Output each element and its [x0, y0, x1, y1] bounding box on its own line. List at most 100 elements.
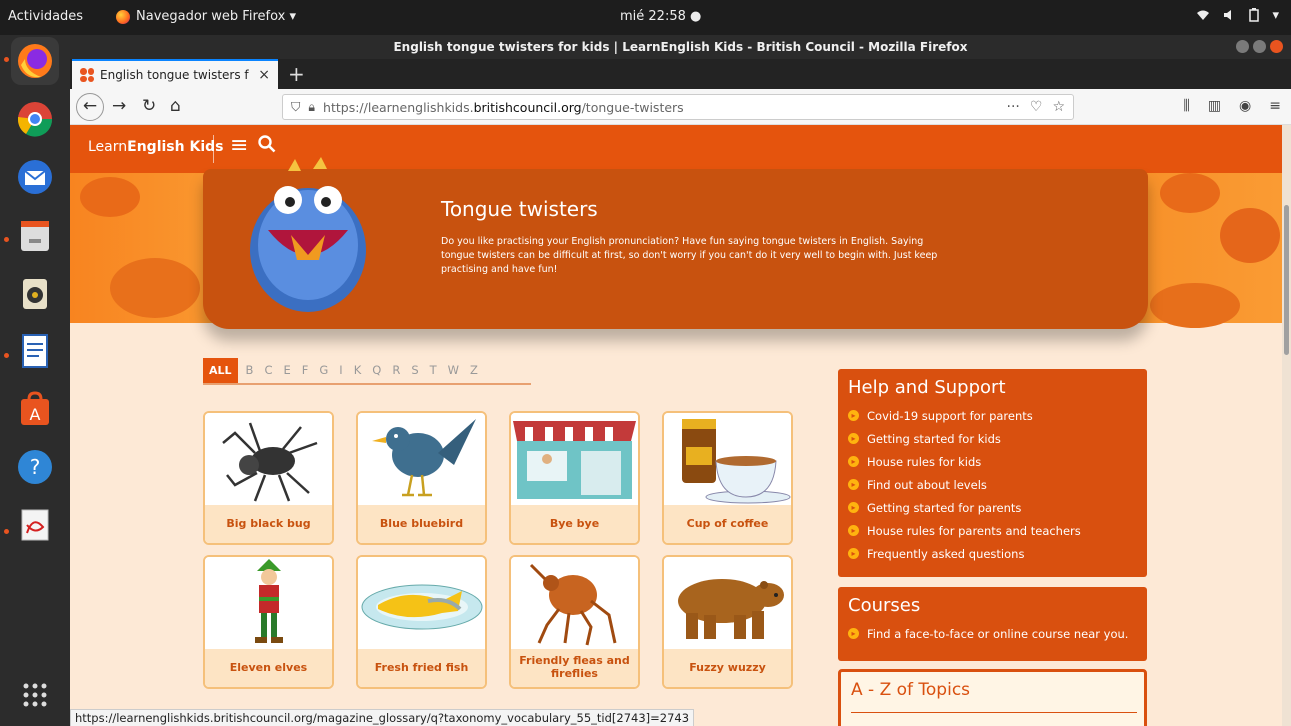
- chevron-right-icon: ▸: [848, 548, 859, 559]
- twister-card[interactable]: Eleven elves: [203, 555, 334, 689]
- page-intro: Do you like practising your English pron…: [441, 236, 938, 275]
- chevron-right-icon: ▸: [848, 479, 859, 490]
- help-link-label: Find out about levels: [867, 477, 987, 492]
- running-indicator: [4, 237, 9, 242]
- hamburger-menu-icon[interactable]: ≡: [1269, 98, 1281, 114]
- filter-letter[interactable]: R: [392, 363, 400, 377]
- help-link[interactable]: ▸ Getting started for kids: [848, 427, 1137, 450]
- forward-button[interactable]: →: [112, 96, 126, 116]
- firefox-icon[interactable]: [11, 37, 59, 85]
- battery-icon: [1248, 8, 1260, 26]
- twister-card[interactable]: Fresh fried fish: [356, 555, 487, 689]
- help-link[interactable]: ▸ Covid-19 support for parents: [848, 404, 1137, 427]
- page-actions-button[interactable]: ···: [1007, 99, 1020, 115]
- system-menu-icon: ▾: [1272, 8, 1279, 23]
- new-tab-button[interactable]: +: [288, 62, 305, 86]
- bookmark-star-icon[interactable]: ☆: [1052, 99, 1065, 115]
- filter-letter[interactable]: B: [246, 363, 254, 377]
- navigation-toolbar: ← → ↻ ⌂ ⛉ 🔒︎ https://learnenglishkids. br…: [70, 89, 1291, 125]
- software-center-icon[interactable]: A: [11, 385, 59, 433]
- back-button[interactable]: ←: [76, 93, 104, 121]
- help-link-label: House rules for kids: [867, 454, 982, 469]
- twister-card[interactable]: Blue bluebird: [356, 411, 487, 545]
- home-button[interactable]: ⌂: [170, 96, 181, 116]
- page-scrollbar[interactable]: [1282, 125, 1291, 726]
- url-bar[interactable]: ⛉ 🔒︎ https://learnenglishkids. britishcou…: [282, 94, 1074, 120]
- url-host: britishcouncil.org: [473, 99, 582, 115]
- twister-card-label: Big black bug: [205, 505, 332, 543]
- files-icon[interactable]: [11, 211, 59, 259]
- filter-letter[interactable]: T: [430, 363, 437, 377]
- twister-card[interactable]: Friendly fleas and fireflies: [509, 555, 640, 689]
- help-link-label: Frequently asked questions: [867, 546, 1025, 561]
- clock[interactable]: mié 22:58 ●: [620, 9, 701, 24]
- twister-card[interactable]: Big black bug: [203, 411, 334, 545]
- help-link-label: Covid-19 support for parents: [867, 408, 1033, 423]
- libreoffice-writer-icon[interactable]: [11, 327, 59, 375]
- courses-link[interactable]: ▸ Find a face-to-face or online course ne…: [848, 622, 1137, 645]
- help-link[interactable]: ▸ Find out about levels: [848, 473, 1137, 496]
- twister-card[interactable]: Fuzzy wuzzy: [662, 555, 793, 689]
- logo-bold-text: English Kids: [127, 139, 224, 155]
- help-link[interactable]: ▸ Frequently asked questions: [848, 542, 1137, 565]
- chrome-icon[interactable]: [11, 95, 59, 143]
- courses-heading: Courses: [848, 595, 921, 616]
- app-menu[interactable]: Navegador web Firefox ▾: [116, 9, 296, 24]
- rhythmbox-icon[interactable]: [11, 269, 59, 317]
- activities-button[interactable]: Actividades: [8, 9, 83, 24]
- thunderbird-icon[interactable]: [11, 153, 59, 201]
- elf-icon: [205, 557, 332, 649]
- filter-letter[interactable]: W: [448, 363, 459, 377]
- library-icon[interactable]: ⫼: [1183, 98, 1189, 114]
- help-link[interactable]: ▸ Getting started for parents: [848, 496, 1137, 519]
- close-tab-button[interactable]: ×: [258, 67, 270, 83]
- cartoon-creature-icon: [1160, 173, 1220, 213]
- minimize-button[interactable]: [1236, 40, 1249, 53]
- volume-icon: [1222, 8, 1236, 26]
- twister-card-label: Friendly fleas and fireflies: [511, 649, 638, 687]
- filter-letter[interactable]: Z: [470, 363, 478, 377]
- twister-card-label: Bye bye: [511, 505, 638, 543]
- filter-all[interactable]: ALL: [203, 357, 238, 383]
- cartoon-creature-icon: [1220, 208, 1280, 263]
- logo-light-text: Learn: [88, 139, 128, 155]
- document-viewer-icon[interactable]: [11, 501, 59, 549]
- bird-icon: [358, 413, 485, 505]
- filter-letter[interactable]: G: [319, 363, 328, 377]
- sidebar-icon[interactable]: ▥: [1208, 98, 1221, 114]
- account-icon[interactable]: ◉: [1239, 98, 1251, 114]
- twister-card[interactable]: Cup of coffee: [662, 411, 793, 545]
- help-icon[interactable]: ?: [11, 443, 59, 491]
- filter-letter[interactable]: I: [339, 363, 342, 377]
- scrollbar-thumb[interactable]: [1284, 205, 1289, 355]
- pocket-icon[interactable]: ♡: [1030, 99, 1043, 115]
- filter-letter[interactable]: K: [354, 363, 362, 377]
- spider-icon: [205, 413, 332, 505]
- browser-tab[interactable]: English tongue twisters f ×: [72, 59, 278, 89]
- system-tray[interactable]: ▾: [1196, 8, 1279, 26]
- courses-panel: Courses ▸ Find a face-to-face or online c…: [838, 587, 1147, 661]
- coffee-icon: [664, 413, 791, 505]
- filter-letter[interactable]: F: [302, 363, 309, 377]
- twister-card[interactable]: Bye bye: [509, 411, 640, 545]
- site-logo[interactable]: LearnEnglish Kids: [88, 139, 223, 155]
- help-link-label: Getting started for parents: [867, 500, 1022, 515]
- tracking-shield-icon[interactable]: ⛉: [291, 99, 300, 115]
- maximize-button[interactable]: [1253, 40, 1266, 53]
- filter-letter[interactable]: S: [411, 363, 418, 377]
- filter-letter[interactable]: C: [264, 363, 272, 377]
- bear-icon: [664, 557, 791, 649]
- filter-letter[interactable]: Q: [372, 363, 381, 377]
- reload-button[interactable]: ↻: [142, 96, 156, 116]
- link-status-tooltip: https://learnenglishkids.britishcouncil.…: [70, 709, 695, 726]
- show-apps-icon[interactable]: [11, 671, 59, 719]
- help-and-support-panel: Help and Support ▸ Covid-19 support for p…: [838, 369, 1147, 577]
- help-link[interactable]: ▸ House rules for kids: [848, 450, 1137, 473]
- close-window-button[interactable]: [1270, 40, 1283, 53]
- filter-letter[interactable]: E: [283, 363, 290, 377]
- help-link[interactable]: ▸ House rules for parents and teachers: [848, 519, 1137, 542]
- firefox-icon: [116, 9, 130, 24]
- svg-text:A: A: [30, 405, 41, 424]
- window-titlebar[interactable]: English tongue twisters for kids | Learn…: [70, 35, 1291, 59]
- lock-icon[interactable]: 🔒︎: [308, 99, 315, 115]
